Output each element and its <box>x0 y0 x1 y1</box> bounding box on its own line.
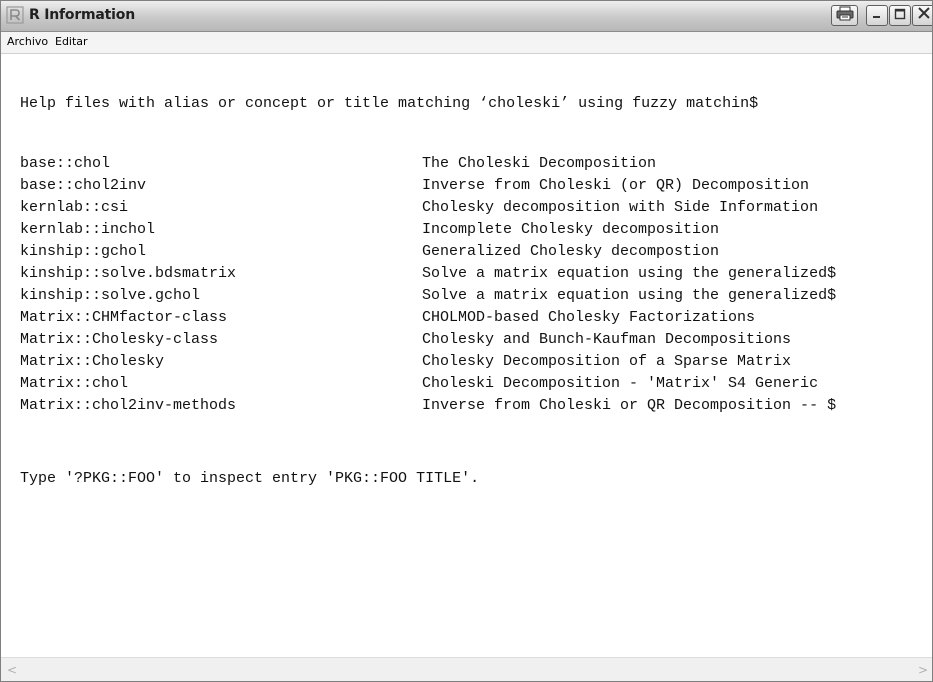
horizontal-scrollbar[interactable]: < > <box>1 657 932 681</box>
entry-name: Matrix::chol2inv-methods <box>20 397 237 414</box>
entry-title: Solve a matrix equation using the genera… <box>422 287 837 304</box>
list-item: kernlab::inchol Incomplete Cholesky deco… <box>1 221 932 243</box>
maximize-icon <box>894 7 906 25</box>
entry-title: CHOLMOD-based Cholesky Factorizations <box>422 309 756 326</box>
scroll-right-arrow-icon[interactable]: > <box>915 662 931 678</box>
entry-name: Matrix::CHMfactor-class <box>20 309 228 326</box>
list-item: Matrix::chol2inv-methods Inverse from Ch… <box>1 397 932 419</box>
entry-name: kernlab::csi <box>20 199 129 216</box>
entry-title: Cholesky decomposition with Side Informa… <box>422 199 819 216</box>
entry-name: base::chol <box>20 155 111 172</box>
entry-title: Generalized Cholesky decompostion <box>422 243 720 260</box>
list-item: Matrix::CHMfactor-class CHOLMOD-based Ch… <box>1 309 932 331</box>
list-item: Matrix::Cholesky Cholesky Decomposition … <box>1 353 932 375</box>
menu-archivo[interactable]: Archivo <box>7 35 48 48</box>
maximize-button[interactable] <box>889 5 911 26</box>
entry-title: The Choleski Decomposition <box>422 155 657 172</box>
results-footer: Type '?PKG::FOO' to inspect entry 'PKG::… <box>20 470 480 487</box>
scroll-track[interactable] <box>23 662 911 678</box>
help-results-text[interactable]: Help files with alias or concept or titl… <box>1 54 932 657</box>
list-item: kinship::solve.bdsmatrix Solve a matrix … <box>1 265 932 287</box>
window-title: R Information <box>29 7 135 23</box>
entry-title: Inverse from Choleski (or QR) Decomposit… <box>422 177 810 194</box>
r-information-window: R Information Archivo Editar Help files … <box>0 0 933 682</box>
list-item: base::chol2inv Inverse from Choleski (or… <box>1 177 932 199</box>
list-item: base::chol The Choleski Decomposition <box>1 155 932 177</box>
menu-bar: Archivo Editar <box>1 32 932 54</box>
printer-icon <box>836 6 854 26</box>
list-item: kernlab::csi Cholesky decomposition with… <box>1 199 932 221</box>
entry-title: Inverse from Choleski or QR Decompositio… <box>422 397 837 414</box>
minimize-icon <box>871 7 883 25</box>
close-icon <box>917 6 931 25</box>
entry-name: kinship::solve.bdsmatrix <box>20 265 237 282</box>
list-item: Matrix::chol Choleski Decomposition - 'M… <box>1 375 932 397</box>
list-item: Matrix::Cholesky-class Cholesky and Bunc… <box>1 331 932 353</box>
print-button[interactable] <box>831 5 858 26</box>
list-item: kinship::gchol Generalized Cholesky deco… <box>1 243 932 265</box>
title-bar[interactable]: R Information <box>1 1 932 32</box>
entry-name: kernlab::inchol <box>20 221 156 238</box>
results-header: Help files with alias or concept or titl… <box>20 95 759 112</box>
entry-name: Matrix::Cholesky <box>20 353 165 370</box>
entry-name: kinship::gchol <box>20 243 147 260</box>
minimize-button[interactable] <box>866 5 888 26</box>
entry-title: Solve a matrix equation using the genera… <box>422 265 837 282</box>
entry-title: Choleski Decomposition - 'Matrix' S4 Gen… <box>422 375 819 392</box>
menu-editar[interactable]: Editar <box>55 35 88 48</box>
scroll-left-arrow-icon[interactable]: < <box>4 662 20 678</box>
entry-title: Cholesky Decomposition of a Sparse Matri… <box>422 353 792 370</box>
entry-name: base::chol2inv <box>20 177 147 194</box>
entry-name: Matrix::Cholesky-class <box>20 331 219 348</box>
close-button[interactable] <box>912 5 932 26</box>
entry-name: Matrix::chol <box>20 375 129 392</box>
entry-name: kinship::solve.gchol <box>20 287 201 304</box>
list-item: kinship::solve.gchol Solve a matrix equa… <box>1 287 932 309</box>
r-logo-icon <box>6 6 24 24</box>
entry-title: Incomplete Cholesky decomposition <box>422 221 720 238</box>
entry-title: Cholesky and Bunch-Kaufman Decomposition… <box>422 331 792 348</box>
